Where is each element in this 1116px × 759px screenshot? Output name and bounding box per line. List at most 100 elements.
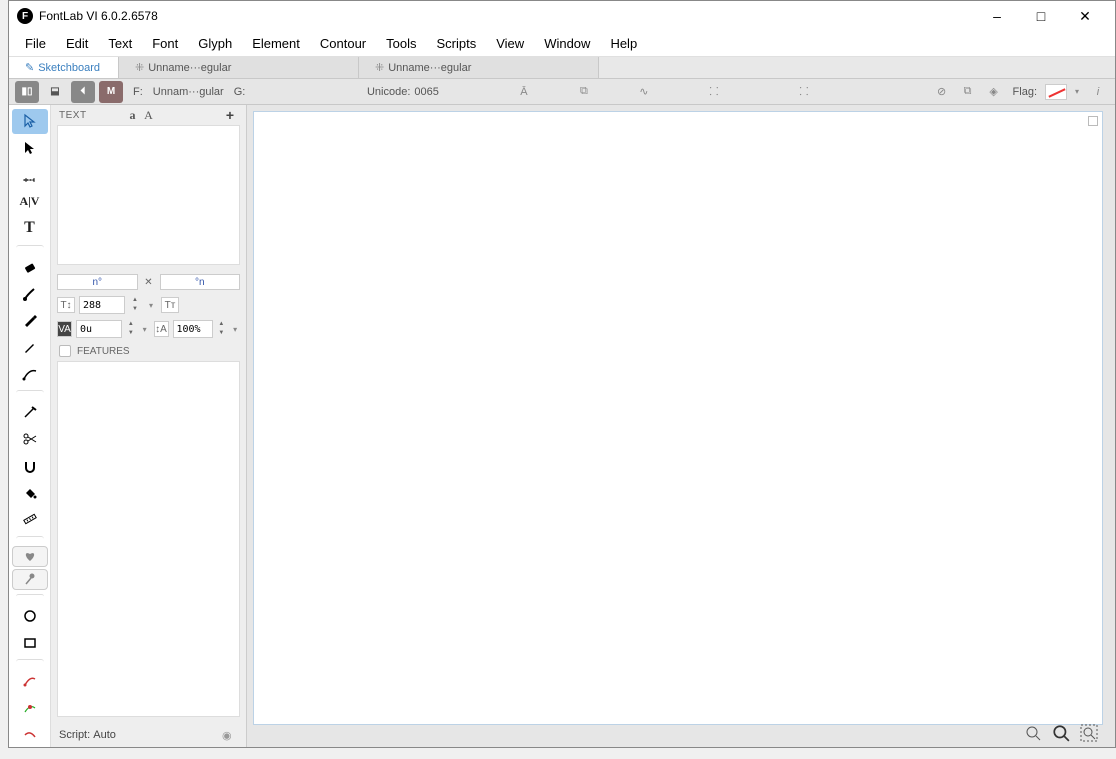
tool-metrics[interactable]: [12, 163, 48, 188]
flag-swatch[interactable]: [1045, 84, 1067, 100]
tool-node-add[interactable]: [12, 695, 48, 720]
clear-icon[interactable]: ✕: [142, 277, 156, 288]
tool-eraser[interactable]: [12, 255, 48, 280]
tool-scissors[interactable]: [12, 427, 48, 452]
zoom-dropdown[interactable]: ▾: [230, 325, 240, 334]
tool-select[interactable]: [12, 109, 48, 134]
curve-icon[interactable]: ∿: [633, 81, 655, 103]
font-name-value[interactable]: Unnam···gular: [153, 86, 224, 98]
menu-font[interactable]: Font: [142, 33, 188, 54]
tool-tangent[interactable]: [12, 722, 48, 747]
tool-direct-select[interactable]: [12, 136, 48, 161]
tool-text[interactable]: T: [12, 216, 48, 241]
font-label: F:: [127, 86, 149, 98]
tab-font-2[interactable]: ⁜ Unname···egular: [359, 57, 599, 78]
panel-toggle-2[interactable]: ⬓: [43, 81, 67, 103]
tool-rectangle[interactable]: [12, 630, 48, 655]
flag-label: Flag:: [1009, 86, 1041, 98]
features-checkbox[interactable]: [59, 345, 71, 357]
kern-icon: VA: [57, 321, 72, 337]
zoom-controls: [1023, 723, 1099, 743]
zoom-input[interactable]: [173, 320, 213, 338]
kern-spinner[interactable]: ▲▼: [126, 320, 136, 338]
info-icon[interactable]: i: [1087, 81, 1109, 103]
anchor-icon[interactable]: Ā: [513, 81, 535, 103]
overlap-icon[interactable]: ⧉: [957, 81, 979, 103]
kern-row: VA ▲▼ ▾ ↕A ▲▼ ▾: [51, 317, 246, 341]
kern-input[interactable]: [76, 320, 122, 338]
tool-heart[interactable]: [12, 546, 48, 567]
panel-toggle-1[interactable]: ▮▯: [15, 81, 39, 103]
maximize-button[interactable]: □: [1019, 2, 1063, 30]
add-text-button[interactable]: +: [222, 107, 238, 123]
tool-pencil[interactable]: [12, 335, 48, 360]
tool-column: A|V T: [9, 105, 51, 747]
canvas-corner-handle[interactable]: [1088, 116, 1098, 126]
tab-label: Unname···egular: [388, 62, 471, 74]
link-icon[interactable]: ⊘: [931, 81, 953, 103]
panel-toggle-m[interactable]: M: [99, 81, 123, 103]
flag-dropdown[interactable]: ▾: [1071, 87, 1083, 96]
right-sidebearing[interactable]: °n: [160, 274, 241, 290]
script-footer: Script: Auto ◉: [51, 723, 246, 747]
handle-icon-1[interactable]: ⸬: [703, 81, 725, 103]
case-icon[interactable]: Tт: [161, 297, 179, 313]
tool-magnet[interactable]: [12, 454, 48, 479]
tool-knife[interactable]: [12, 400, 48, 425]
visibility-icon[interactable]: ◉: [222, 729, 238, 742]
tab-sketchboard[interactable]: ✎ Sketchboard: [9, 57, 119, 78]
tool-fill[interactable]: [12, 480, 48, 505]
menu-glyph[interactable]: Glyph: [188, 33, 242, 54]
handle-icon-2[interactable]: ⸬: [793, 81, 815, 103]
menu-edit[interactable]: Edit: [56, 33, 98, 54]
menu-view[interactable]: View: [486, 33, 534, 54]
menu-contour[interactable]: Contour: [310, 33, 376, 54]
app-icon: F: [17, 8, 33, 24]
sketchboard-canvas[interactable]: [253, 111, 1103, 725]
zoom-out-button[interactable]: [1023, 723, 1043, 743]
tab-font-1[interactable]: ⁜ Unname···egular: [119, 57, 359, 78]
features-list[interactable]: [57, 361, 240, 717]
menu-window[interactable]: Window: [534, 33, 600, 54]
unicode-label: Unicode:: [367, 86, 410, 98]
lowercase-toggle[interactable]: a: [125, 108, 141, 123]
close-button[interactable]: ✕: [1063, 2, 1107, 30]
tool-ruler[interactable]: [12, 507, 48, 532]
zoom-fit-button[interactable]: [1079, 723, 1099, 743]
app-window: F FontLab VI 6.0.2.6578 – □ ✕ File Edit …: [8, 0, 1116, 748]
tool-pin[interactable]: [12, 569, 48, 590]
minimize-button[interactable]: –: [975, 2, 1019, 30]
text-section-label: TEXT: [59, 110, 125, 121]
menu-scripts[interactable]: Scripts: [427, 33, 487, 54]
size-spinner[interactable]: ▲▼: [129, 296, 141, 314]
copy-icon[interactable]: ⧉: [573, 81, 595, 103]
left-sidebearing[interactable]: n°: [57, 274, 138, 290]
menu-element[interactable]: Element: [242, 33, 310, 54]
tool-brush[interactable]: [12, 281, 48, 306]
tool-pen[interactable]: [12, 308, 48, 333]
layers-icon[interactable]: ◈: [983, 81, 1005, 103]
size-dropdown[interactable]: ▾: [145, 301, 157, 310]
zoom-spinner[interactable]: ▲▼: [217, 320, 227, 338]
text-preview-area[interactable]: [57, 125, 240, 265]
zoom-in-button[interactable]: [1051, 723, 1071, 743]
panel-toggle-3[interactable]: ⏴: [71, 81, 95, 103]
menu-tools[interactable]: Tools: [376, 33, 426, 54]
menubar: File Edit Text Font Glyph Element Contou…: [9, 31, 1115, 57]
menu-file[interactable]: File: [15, 33, 56, 54]
unicode-value[interactable]: 0065: [414, 86, 438, 98]
size-input[interactable]: [79, 296, 125, 314]
tool-kerning[interactable]: A|V: [12, 189, 48, 214]
menu-text[interactable]: Text: [98, 33, 142, 54]
tool-circle[interactable]: [12, 603, 48, 628]
workarea: A|V T: [9, 105, 1115, 747]
uppercase-toggle[interactable]: A: [141, 108, 157, 123]
kern-dropdown[interactable]: ▾: [140, 325, 150, 334]
tool-curve-red[interactable]: [12, 669, 48, 694]
features-section-header[interactable]: FEATURES: [51, 341, 246, 361]
size-icon: T↕: [57, 297, 75, 313]
tool-rapid[interactable]: [12, 362, 48, 387]
tab-label: Unname···egular: [148, 62, 231, 74]
script-value[interactable]: Auto: [93, 729, 116, 741]
menu-help[interactable]: Help: [600, 33, 647, 54]
